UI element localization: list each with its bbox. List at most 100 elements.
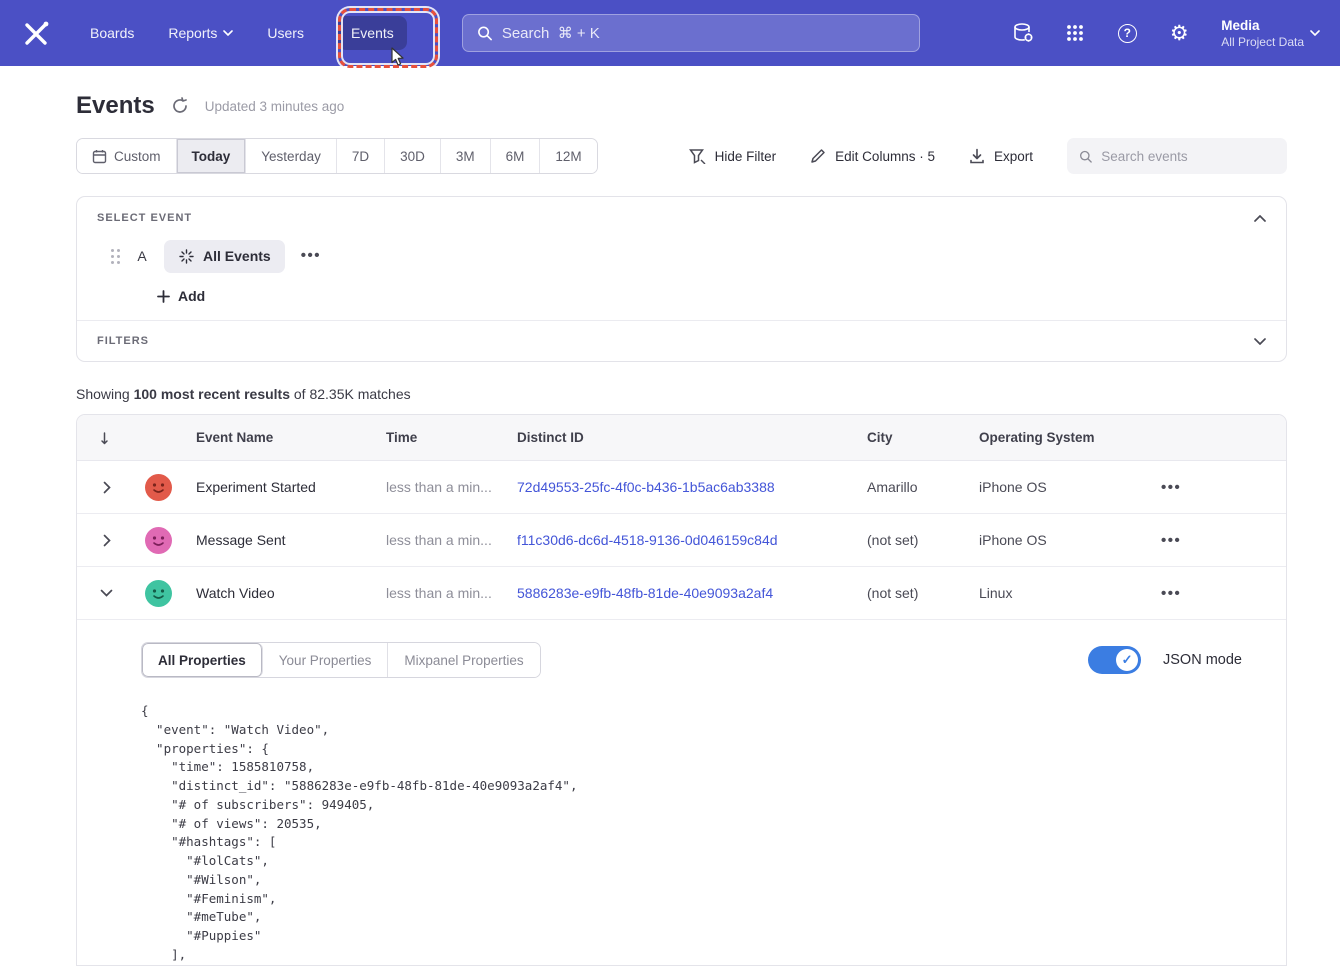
col-os[interactable]: Operating System [964,430,1146,445]
expand-row-icon[interactable] [77,481,136,494]
sort-icon[interactable] [77,430,136,445]
chevron-down-icon[interactable] [1254,338,1266,345]
search-events-input[interactable] [1101,149,1275,164]
event-city: (not set) [852,532,964,548]
collapse-row-icon[interactable] [77,589,136,597]
search-icon [1079,149,1092,164]
event-query-row: A All Events ••• [77,234,1286,274]
plus-icon [157,290,170,303]
event-time: less than a min... [371,479,502,495]
navbar-right: ? ⚙ Media All Project Data [1011,18,1320,49]
project-selector[interactable]: Media All Project Data [1221,18,1320,49]
table-row-expanded[interactable]: Watch Video less than a min... 5886283e-… [77,567,1286,620]
drag-handle-icon[interactable] [111,249,120,264]
event-city: Amarillo [852,479,964,495]
hide-filter-button[interactable]: Hide Filter [689,148,777,164]
chevron-down-icon [223,30,233,36]
primary-nav: Boards Reports Users Events [90,16,407,50]
table-header-row: Event Name Time Distinct ID City Operati… [77,415,1286,461]
row-options-menu[interactable]: ••• [1161,532,1181,548]
date-12m-button[interactable]: 12M [540,139,596,173]
query-builder-card: SELECT EVENT A All Events ••• Add FILTER… [76,196,1287,362]
events-table: Event Name Time Distinct ID City Operati… [76,414,1287,966]
all-events-chip[interactable]: All Events [164,240,285,273]
events-page: Events Updated 3 minutes ago Custom Toda… [0,92,1340,966]
date-today-button[interactable]: Today [177,139,247,173]
event-avatar [145,474,172,501]
tab-mixpanel-properties[interactable]: Mixpanel Properties [388,643,539,677]
select-event-label: SELECT EVENT [97,212,192,224]
filters-label: FILTERS [97,335,149,347]
nav-item-users[interactable]: Users [267,25,304,41]
row-options-menu[interactable]: ••• [1161,585,1181,601]
event-os: Linux [964,585,1146,601]
apps-grid-icon[interactable] [1063,21,1087,45]
page-title: Events [76,92,155,120]
distinct-id-link[interactable]: f11c30d6-dc6d-4518-9136-0d046159c84d [517,532,778,548]
event-os: iPhone OS [964,532,1146,548]
table-row[interactable]: Message Sent less than a min... f11c30d6… [77,514,1286,567]
pencil-icon [810,148,826,164]
calendar-icon [92,149,107,164]
event-avatar [145,527,172,554]
json-mode-toggle[interactable]: ✓ [1088,646,1141,674]
select-event-header[interactable]: SELECT EVENT [77,197,1286,234]
filters-header[interactable]: FILTERS [77,321,1286,361]
date-3m-button[interactable]: 3M [441,139,491,173]
event-os: iPhone OS [964,479,1146,495]
event-json-view: { "event": "Watch Video", "properties": … [141,702,1262,965]
event-time: less than a min... [371,532,502,548]
event-city: (not set) [852,585,964,601]
event-time: less than a min... [371,585,502,601]
date-range-group: Custom Today Yesterday 7D 30D 3M 6M 12M [76,138,598,174]
col-distinct-id[interactable]: Distinct ID [502,430,852,445]
step-letter: A [136,248,148,264]
sparkle-burst-icon [178,248,195,265]
nav-item-reports[interactable]: Reports [168,25,233,41]
tab-all-properties[interactable]: All Properties [142,643,263,677]
mixpanel-logo-icon[interactable] [20,17,52,49]
col-city[interactable]: City [852,430,964,445]
results-summary: Showing 100 most recent results of 82.35… [76,386,1287,402]
date-yesterday-button[interactable]: Yesterday [246,139,337,173]
event-name: Watch Video [181,585,371,601]
tab-your-properties[interactable]: Your Properties [263,643,389,677]
search-icon [477,25,492,41]
data-management-icon[interactable] [1011,21,1035,45]
project-name: Media [1221,18,1304,33]
event-options-menu[interactable]: ••• [301,253,321,259]
event-detail-panel: All Properties Your Properties Mixpanel … [77,620,1286,965]
col-time[interactable]: Time [371,430,502,445]
col-event-name[interactable]: Event Name [181,430,371,445]
add-event-button[interactable]: Add [77,274,1286,320]
export-button[interactable]: Export [969,148,1033,164]
search-events-box[interactable] [1067,138,1287,174]
chevron-up-icon[interactable] [1254,215,1266,222]
chevron-down-icon [1310,30,1320,36]
refresh-icon[interactable] [171,97,189,115]
download-icon [969,148,985,164]
global-search-input[interactable] [502,25,905,42]
row-options-menu[interactable]: ••• [1161,479,1181,495]
properties-tab-group: All Properties Your Properties Mixpanel … [141,642,541,678]
help-icon[interactable]: ? [1115,21,1139,45]
global-search[interactable] [462,14,920,52]
event-avatar [145,580,172,607]
date-30d-button[interactable]: 30D [385,139,441,173]
date-6m-button[interactable]: 6M [491,139,541,173]
nav-item-events[interactable]: Events [338,16,407,50]
event-name: Experiment Started [181,479,371,495]
filter-funnel-icon [689,148,706,164]
distinct-id-link[interactable]: 72d49553-25fc-4f0c-b436-1b5ac6ab3388 [517,479,775,495]
date-7d-button[interactable]: 7D [337,139,385,173]
table-row[interactable]: Experiment Started less than a min... 72… [77,461,1286,514]
distinct-id-link[interactable]: 5886283e-e9fb-48fb-81de-40e9093a2af4 [517,585,773,601]
nav-item-boards[interactable]: Boards [90,25,134,41]
event-name: Message Sent [181,532,371,548]
date-custom-button[interactable]: Custom [77,139,177,173]
updated-timestamp: Updated 3 minutes ago [205,99,345,114]
json-mode-label: JSON mode [1163,652,1242,668]
expand-row-icon[interactable] [77,534,136,547]
edit-columns-button[interactable]: Edit Columns · 5 [810,148,935,164]
settings-gear-icon[interactable]: ⚙ [1167,21,1191,45]
